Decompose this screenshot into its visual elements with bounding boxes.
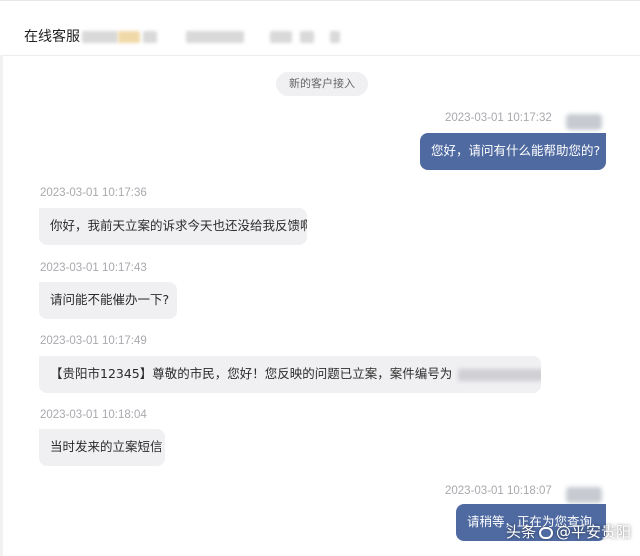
message-bubble-user: 你好，我前天立案的诉求今天也还没给我反馈啊 (39, 208, 307, 245)
system-notice: 新的客户接入 (276, 72, 368, 96)
redacted-info (270, 31, 292, 43)
message-timestamp: 2023-03-01 10:17:36 (40, 187, 147, 199)
redacted-case-number (458, 368, 541, 381)
message-bubble-user: 请问能不能催办一下? (39, 282, 177, 319)
chat-window: 在线客服 新的客户接入 2023-03-01 10:17:32 您好，请问有什么… (0, 0, 640, 556)
message-timestamp: 2023-03-01 10:18:04 (40, 409, 147, 421)
agent-avatar (566, 487, 602, 503)
message-timestamp: 2023-03-01 10:18:07 (445, 485, 552, 497)
left-divider (0, 55, 3, 556)
agent-avatar (566, 114, 602, 130)
message-bubble-user: 【贵阳市12345】尊敬的市民，您好！您反映的问题已立案，案件编号为 (39, 356, 541, 393)
message-timestamp: 2023-03-01 10:17:49 (40, 335, 147, 347)
page-title: 在线客服 (24, 29, 80, 45)
watermark: 头条 @平安贵阳 (506, 521, 631, 543)
redacted-name (118, 31, 140, 43)
watermark-handle: @平安贵阳 (556, 523, 632, 541)
chat-header: 在线客服 (0, 1, 640, 56)
message-timestamp: 2023-03-01 10:17:43 (40, 262, 147, 274)
watermark-prefix: 头条 (506, 523, 537, 541)
watermark-logo-icon (539, 526, 554, 539)
message-text: 【贵阳市12345】尊敬的市民，您好！您反映的问题已立案，案件编号为 (50, 366, 453, 381)
redacted-info (330, 31, 340, 43)
redacted-info (186, 31, 244, 43)
redacted-info (300, 31, 314, 43)
message-timestamp: 2023-03-01 10:17:32 (445, 112, 552, 124)
message-bubble-agent: 您好，请问有什么能帮助您的? (420, 133, 606, 170)
redacted-name (143, 31, 157, 43)
message-bubble-user: 当时发来的立案短信 (39, 429, 165, 466)
redacted-name (82, 31, 118, 43)
